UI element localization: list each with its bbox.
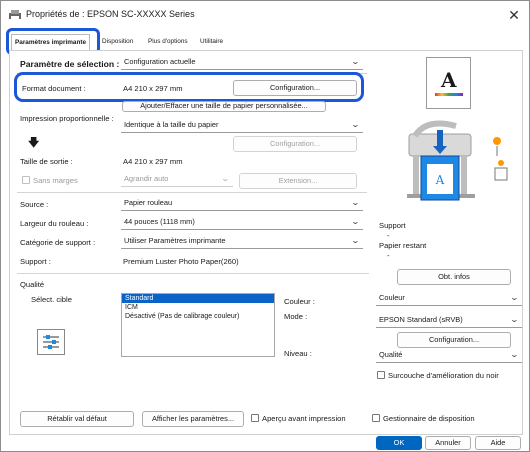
show-settings-button[interactable]: Afficher les paramètres... <box>142 411 244 427</box>
window-title: Propriétés de : EPSON SC-XXXXX Series <box>26 9 195 19</box>
media-value: Premium Luster Photo Paper(260) <box>123 257 239 266</box>
borderless-label: Sans marges <box>33 176 78 185</box>
chevron-down-icon: ⌄ <box>350 198 361 207</box>
quality-sliders-icon <box>37 329 65 355</box>
page-preview: A <box>426 57 471 109</box>
enlarge-value: Agrandir auto <box>124 174 169 183</box>
media-category-value: Utiliser Paramètres imprimante <box>124 236 226 245</box>
tab-layout[interactable]: Disposition <box>99 34 136 50</box>
divider <box>17 273 369 274</box>
tab-utility[interactable]: Utilitaire <box>197 34 226 50</box>
color-value: Couleur <box>379 293 405 302</box>
quality-config-button[interactable]: Configuration... <box>397 332 511 348</box>
paper-remaining-value: - <box>387 251 390 260</box>
list-item[interactable]: Désactivé (Pas de calibrage couleur) <box>122 312 274 321</box>
proportional-label: Impression proportionnelle : <box>20 114 114 123</box>
mode-dropdown[interactable]: EPSON Standard (sRVB) ⌄ <box>376 313 522 328</box>
output-label: Taille de sortie : <box>20 157 73 166</box>
print-preview-checkbox[interactable] <box>251 414 259 422</box>
enlarge-dropdown[interactable]: Agrandir auto ⌄ <box>121 172 233 187</box>
proportional-value: Identique à la taille du papier <box>124 120 219 129</box>
level-dropdown[interactable]: Qualité ⌄ <box>376 348 522 363</box>
borderless-checkbox[interactable] <box>22 176 30 184</box>
extension-button[interactable]: Extension... <box>239 173 357 189</box>
quality-section-label: Qualité <box>20 280 45 289</box>
close-icon[interactable]: ✕ <box>504 5 524 25</box>
color-label: Couleur : <box>284 297 315 306</box>
tab-more-options[interactable]: Plus d'options <box>145 34 191 50</box>
title-bar: Propriétés de : EPSON SC-XXXXX Series ✕ <box>2 2 528 28</box>
proportional-dropdown[interactable]: Identique à la taille du papier ⌄ <box>121 118 363 133</box>
support-status-value: - <box>387 231 390 240</box>
roll-width-label: Largeur du rouleau : <box>20 219 89 228</box>
level-value: Qualité <box>379 350 403 359</box>
selection-value: Configuration actuelle <box>124 57 196 66</box>
get-info-button[interactable]: Obt. infos <box>397 269 511 285</box>
chevron-down-icon: ⌄ <box>220 174 231 183</box>
svg-text:A: A <box>435 173 445 187</box>
list-item[interactable]: Standard <box>122 294 274 303</box>
mode-value: EPSON Standard (sRVB) <box>379 315 463 324</box>
custom-paper-size-button[interactable]: Ajouter/Effacer une taille de papier per… <box>122 101 326 112</box>
preview-letter: A <box>441 68 457 92</box>
media-label: Support : <box>20 257 51 266</box>
mode-label: Mode : <box>284 312 308 321</box>
color-bar <box>435 93 463 96</box>
printer-icon <box>9 10 21 19</box>
list-item[interactable]: ICM <box>122 303 274 312</box>
select-target-label: Sélect. cible <box>31 295 72 304</box>
media-category-dropdown[interactable]: Utiliser Paramètres imprimante ⌄ <box>121 234 363 249</box>
roll-width-value: 44 pouces (1118 mm) <box>124 217 195 226</box>
level-label: Niveau : <box>284 349 312 358</box>
divider <box>17 192 367 193</box>
chevron-down-icon: ⌄ <box>350 236 361 245</box>
paper-remaining-label: Papier restant <box>379 241 427 250</box>
selection-dropdown[interactable]: Configuration actuelle ⌄ <box>121 55 363 70</box>
print-preview-label: Aperçu avant impression <box>262 414 346 423</box>
chevron-down-icon: ⌄ <box>350 217 361 226</box>
source-dropdown[interactable]: Papier rouleau ⌄ <box>121 196 363 211</box>
layout-manager-label: Gestionnaire de disposition <box>383 414 475 423</box>
color-dropdown[interactable]: Couleur ⌄ <box>376 291 522 306</box>
selection-label: Paramètre de sélection : <box>20 59 120 69</box>
roll-width-dropdown[interactable]: 44 pouces (1118 mm) ⌄ <box>121 215 363 230</box>
format-highlight-frame <box>14 72 364 102</box>
printer-illustration: A <box>407 120 508 201</box>
chevron-down-icon: ⌄ <box>350 120 361 129</box>
source-value: Papier rouleau <box>124 198 173 207</box>
chevron-down-icon: ⌄ <box>509 293 520 302</box>
black-enhance-label: Surcouche d'amélioration du noir <box>388 371 499 380</box>
output-value: A4 210 x 297 mm <box>123 157 183 166</box>
arrow-down-icon: 🡇 <box>28 137 40 149</box>
help-button[interactable]: Aide <box>475 436 521 450</box>
black-enhance-checkbox[interactable] <box>377 371 385 379</box>
printer-properties-window: Propriétés de : EPSON SC-XXXXX Series ✕ … <box>0 0 530 452</box>
source-label: Source : <box>20 200 49 209</box>
reset-defaults-button[interactable]: Rétablir val défaut <box>20 411 134 427</box>
media-category-label: Catégorie de support : <box>20 238 96 247</box>
proportional-config-button[interactable]: Configuration... <box>233 136 357 152</box>
chevron-down-icon: ⌄ <box>350 57 361 66</box>
chevron-down-icon: ⌄ <box>509 350 520 359</box>
target-listbox[interactable]: Standard ICM Désactivé (Pas de calibrage… <box>121 293 275 357</box>
support-status-label: Support <box>379 221 406 230</box>
cancel-button[interactable]: Annuler <box>425 436 471 450</box>
ok-button[interactable]: OK <box>376 436 422 450</box>
chevron-down-icon: ⌄ <box>509 315 520 324</box>
layout-manager-checkbox[interactable] <box>372 414 380 422</box>
